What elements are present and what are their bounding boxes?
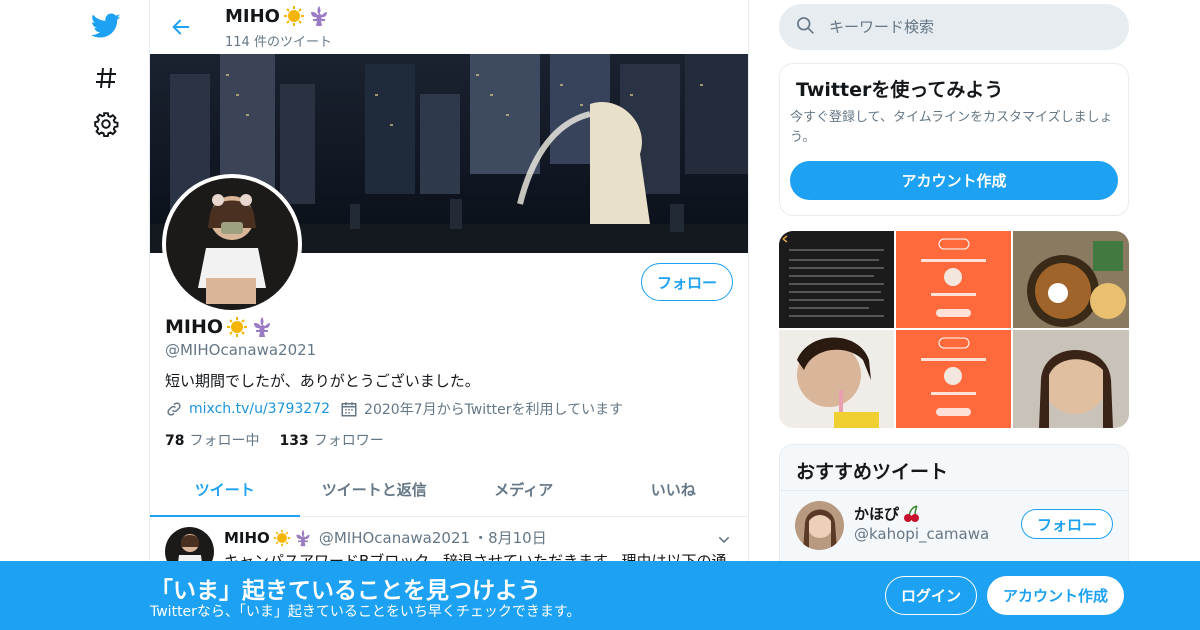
followers-stat[interactable]: 133 フォロワー (279, 430, 383, 450)
tab-likes[interactable]: いいね (599, 462, 749, 516)
tab-tweets-and-replies[interactable]: ツイートと返信 (300, 462, 450, 516)
follow-button[interactable]: フォロー (641, 263, 733, 301)
signup-banner-subtitle: Twitterなら、「いま」起きていることをいち早くチェックできます。 (150, 604, 581, 620)
fleur-de-lis-icon (251, 316, 273, 338)
tweet-author-handle[interactable]: @MIHOcanawa2021 (319, 529, 470, 547)
signup-banner: 「いま」起きていることを見つけよう Twitterなら、「いま」起きていることを… (0, 561, 1200, 630)
following-label: フォロー中 (189, 433, 260, 449)
sun-emoji-icon (273, 529, 291, 547)
back-arrow-icon[interactable] (166, 12, 196, 42)
signup-card-title: Twitterを使ってみよう (796, 79, 1004, 101)
recommended-title: おすすめツイート (796, 461, 949, 483)
signup-card-description: 今すぐ登録して、タイムラインをカスタマイズしましょう。 (790, 110, 1113, 145)
cherry-emoji-icon (902, 504, 922, 524)
divider (780, 490, 1128, 491)
profile-name-text: MIHO (165, 316, 224, 338)
recommended-user-name-text: かほぴ (854, 505, 900, 523)
profile-tabs: ツイート ツイートと返信 メディア いいね (150, 462, 748, 517)
header-title: MIHO (225, 5, 330, 27)
sun-emoji-icon (226, 316, 248, 338)
profile-header: MIHO 114 件のツイート (150, 0, 750, 54)
signup-banner-title: 「いま」起きていることを見つけよう (150, 578, 541, 604)
calendar-icon (340, 400, 358, 418)
gear-icon[interactable] (86, 104, 126, 144)
media-thumbnail[interactable] (896, 231, 1011, 328)
profile-stats: 78 フォロー中 133 フォロワー (165, 430, 384, 450)
profile-bio: 短い期間でしたが、ありがとうございました。 (165, 372, 480, 390)
signup-card: Twitterを使ってみよう 今すぐ登録して、タイムラインをカスタマイズしましょ… (779, 63, 1129, 216)
sun-emoji-icon (283, 5, 305, 27)
joined-date: 2020年7月からTwitterを利用しています (364, 402, 624, 418)
media-thumbnail[interactable] (779, 330, 894, 428)
following-count: 78 (165, 433, 185, 449)
recommended-follow-button[interactable]: フォロー (1021, 509, 1113, 539)
profile-column: MIHO 114 件のツイート フォロー MIHO @MIHOcanawa202… (149, 0, 749, 630)
left-nav (80, 0, 130, 630)
tab-tweets[interactable]: ツイート (150, 462, 300, 517)
recommended-user-name[interactable]: かほぴ (854, 503, 922, 524)
link-icon (165, 400, 183, 418)
profile-avatar[interactable] (162, 174, 302, 314)
profile-handle: @MIHOcanawa2021 (165, 341, 317, 359)
search-input[interactable] (829, 18, 1109, 36)
media-grid (779, 231, 1129, 428)
login-button[interactable]: ログイン (885, 576, 977, 615)
create-account-button[interactable]: アカウント作成 (790, 161, 1118, 200)
profile-link[interactable]: mixch.tv/u/3793272 (189, 401, 330, 417)
tweet-date[interactable]: ・8月10日 (473, 527, 547, 548)
media-thumbnail[interactable] (1013, 231, 1129, 328)
signup-button[interactable]: アカウント作成 (987, 576, 1124, 615)
media-thumbnail[interactable] (896, 330, 1011, 428)
hashtag-icon[interactable] (86, 58, 126, 98)
media-thumbnail[interactable] (1013, 330, 1129, 428)
right-sidebar: Twitterを使ってみよう 今すぐ登録して、タイムラインをカスタマイズしましょ… (779, 0, 1129, 630)
avatar-photo (166, 178, 298, 310)
header-name-text: MIHO (225, 5, 280, 27)
following-stat[interactable]: 78 フォロー中 (165, 430, 259, 450)
search-bar[interactable] (779, 4, 1129, 50)
followers-label: フォロワー (313, 433, 384, 449)
tweet-author-name[interactable]: MIHO (224, 529, 270, 547)
fleur-de-lis-icon (294, 529, 312, 547)
twitter-bird-icon[interactable] (86, 6, 126, 46)
chevron-down-icon[interactable] (716, 532, 732, 552)
recommended-user-avatar[interactable] (795, 501, 844, 550)
profile-name: MIHO (165, 316, 273, 338)
tweet-header: MIHO @MIHOcanawa2021 ・8月10日 (224, 527, 547, 548)
recommended-user-handle[interactable]: @kahopi_camawa (854, 525, 989, 543)
fleur-de-lis-icon (308, 5, 330, 27)
tab-media[interactable]: メディア (449, 462, 599, 516)
search-icon (795, 15, 815, 39)
followers-count: 133 (279, 433, 309, 449)
profile-meta: mixch.tv/u/3793272 2020年7月からTwitterを利用して… (165, 399, 623, 419)
media-thumbnail[interactable] (779, 231, 894, 328)
tweet-count: 114 件のツイート (225, 35, 332, 50)
